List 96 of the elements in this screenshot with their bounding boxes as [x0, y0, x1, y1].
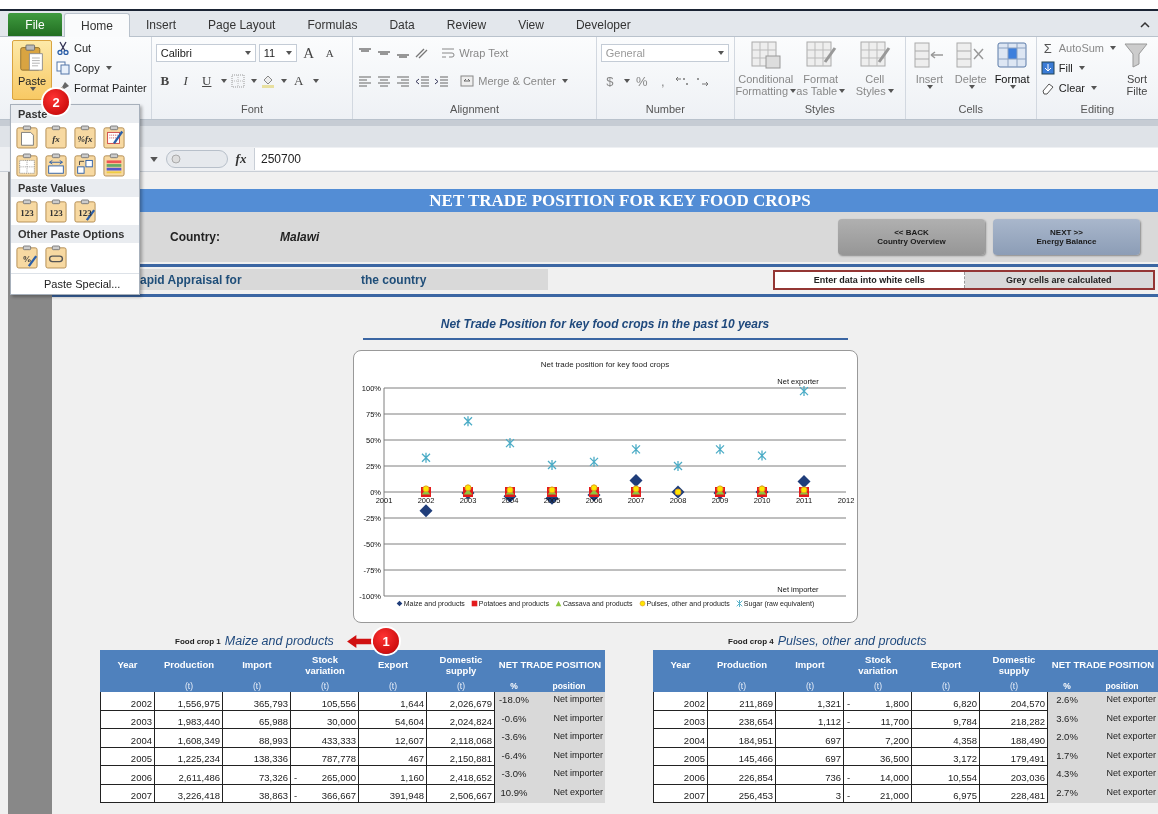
column-header: Stock variation [857, 652, 899, 678]
column-header: NET TRADE POSITION [1050, 658, 1156, 672]
unit-label: (t) [805, 680, 815, 691]
crop-name: Pulses, other and products [777, 634, 927, 648]
table-cell: 12,607 [359, 729, 427, 748]
legend-cell: Enter data into white cells [775, 271, 965, 288]
table-cell: 73,326 [223, 766, 291, 785]
table-cell: - 14,000 [844, 766, 912, 785]
column-header: Year [669, 658, 692, 672]
column-header: Production [715, 658, 769, 672]
group-label: Font [240, 103, 264, 117]
table-cell: 2.0% [1048, 729, 1086, 748]
table-cell: 7,200 [844, 729, 912, 748]
table-cell: - 265,000 [291, 766, 359, 785]
column-header: Production [162, 658, 216, 672]
table-cell: 203,036 [980, 766, 1048, 785]
table-cell: 1,608,349 [155, 729, 223, 748]
legend-cell: Grey cells are calculated [964, 271, 1153, 288]
group-label: Number [644, 103, 686, 117]
column-header: Export [376, 658, 410, 672]
column-header: NET TRADE POSITION [497, 658, 603, 672]
table-cell: 365,793 [223, 692, 291, 711]
column-header: Year [116, 658, 139, 672]
table-cell: 105,556 [291, 692, 359, 711]
table-cell: 204,570 [980, 692, 1048, 711]
table-cell: 2,118,068 [427, 729, 495, 748]
crop-name: Maize and products [224, 634, 334, 648]
step-badge: 1 [373, 628, 399, 654]
table-cell: 697 [776, 729, 844, 748]
column-header: Import [241, 658, 273, 672]
column-header: Import [794, 658, 826, 672]
unit-label: (t) [252, 680, 262, 691]
group-label: Editing [1079, 103, 1116, 117]
table-cell: 6,820 [912, 692, 980, 711]
table-cell: 2,026,679 [427, 692, 495, 711]
country-label: Country: [170, 230, 221, 244]
column-header: Domestic supply [438, 652, 484, 678]
column-header: Stock variation [304, 652, 346, 678]
unit-label: % [509, 680, 519, 691]
table-cell: -18.0% [495, 692, 533, 711]
table-cell: -3.6% [495, 729, 533, 748]
table-cell: 2,611,486 [155, 766, 223, 785]
table-cell: Net importer [533, 729, 605, 748]
table-cell: 2004 [100, 729, 155, 748]
unit-label: (t) [388, 680, 398, 691]
table-cell: 184,951 [708, 729, 776, 748]
unit-label: (t) [456, 680, 466, 691]
table-cell: 1,160 [359, 766, 427, 785]
table-cell: 1,321 [776, 692, 844, 711]
table-cell: 188,490 [980, 729, 1048, 748]
table-cell: 2006 [100, 766, 155, 785]
group-label: Alignment [449, 103, 500, 117]
column-header: Domestic supply [991, 652, 1037, 678]
table-cell: 211,869 [708, 692, 776, 711]
table-cell: 4.3% [1048, 766, 1086, 785]
table-cell: 1,644 [359, 692, 427, 711]
menu-section-heading: Other Paste Options [11, 225, 139, 243]
unit-label: % [1062, 680, 1072, 691]
unit-label: position [551, 680, 587, 691]
table-cell: 2,418,652 [427, 766, 495, 785]
table-cell: 2004 [653, 729, 708, 748]
unit-label: (t) [941, 680, 951, 691]
table-cell: -3.0% [495, 766, 533, 785]
table-cell: Net exporter [1086, 729, 1158, 748]
info-text: the country [361, 272, 427, 287]
table-cell: 2002 [653, 692, 708, 711]
chart-heading: Net Trade Position for key food crops in the past 10 years [439, 317, 771, 331]
table-cell: 2002 [100, 692, 155, 711]
info-text: apid Appraisal for [140, 272, 243, 287]
table-cell: 433,333 [291, 729, 359, 748]
chart-title: Net trade position for key food crops [540, 360, 670, 370]
unit-label: (t) [737, 680, 747, 691]
group-label: Cells [957, 103, 984, 117]
table-cell: 10,554 [912, 766, 980, 785]
table-cell: Net importer [533, 766, 605, 785]
table-cell: 4,358 [912, 729, 980, 748]
column-header: Export [929, 658, 963, 672]
crop-label: Food crop 1 [175, 636, 221, 646]
table-cell: 2.6% [1048, 692, 1086, 711]
unit-label: (t) [1009, 680, 1019, 691]
table-cell: 2006 [653, 766, 708, 785]
country-value: Malawi [280, 230, 320, 244]
unit-label: (t) [320, 680, 330, 691]
unit-label: (t) [873, 680, 883, 691]
table-cell: Net exporter [1086, 766, 1158, 785]
unit-label: (t) [184, 680, 194, 691]
table-cell: 736 [776, 766, 844, 785]
table-cell: Net exporter [1086, 692, 1158, 711]
table-cell: 88,993 [223, 729, 291, 748]
table-cell: Net importer [533, 692, 605, 711]
group-label: Styles [803, 103, 836, 117]
table-cell: - 1,800 [844, 692, 912, 711]
table-cell: 1,556,975 [155, 692, 223, 711]
unit-label: position [1104, 680, 1140, 691]
table-cell: 226,854 [708, 766, 776, 785]
crop-label: Food crop 4 [728, 636, 774, 646]
